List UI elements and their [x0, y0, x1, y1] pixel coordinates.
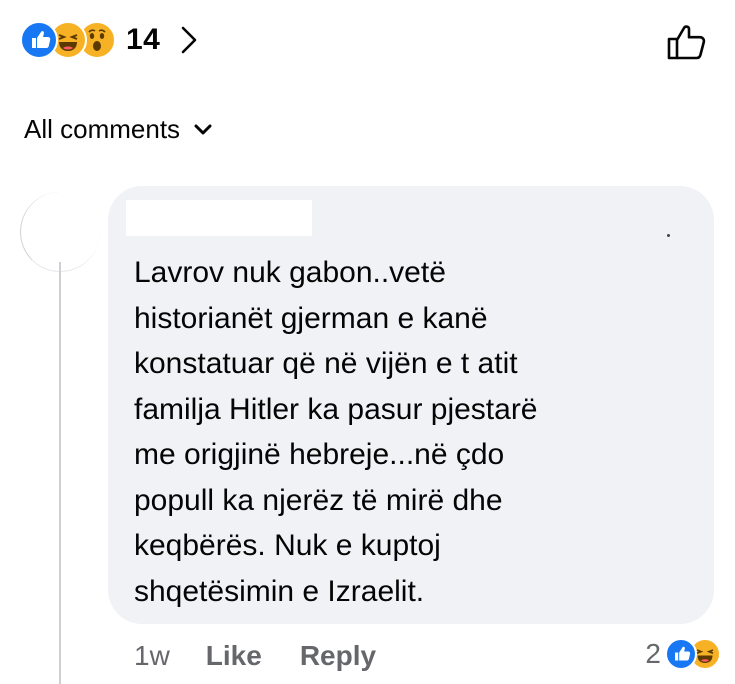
reaction-count: 14	[126, 23, 161, 56]
comment-line: me origjinë hebreje...në çdo	[134, 438, 505, 471]
comment-text: Lavrov nuk gabon..vetë historianët gjerm…	[134, 250, 694, 614]
comment-line: historianët gjerman e kanë	[134, 301, 488, 335]
reaction-icons	[20, 21, 116, 59]
reply-button[interactable]: Reply	[300, 640, 376, 672]
comment-line: Lavrov nuk gabon..vetë	[134, 256, 446, 289]
chevron-right-icon[interactable]	[180, 25, 198, 55]
like-icon	[20, 21, 58, 59]
comment-timestamp[interactable]: 1w	[134, 640, 170, 672]
comment-reactions[interactable]: 2	[645, 638, 721, 670]
sort-label: All comments	[24, 114, 181, 144]
comment-line: popull ka njerëz të mirë dhe	[134, 483, 503, 517]
comment-bubble: Lavrov nuk gabon..vetë historianët gjerm…	[108, 186, 714, 624]
comment-line: keqbërës. Nuk e kuptoj	[134, 529, 441, 562]
reaction-summary[interactable]: 14	[20, 18, 198, 62]
bubble-dot	[667, 234, 670, 237]
author-name[interactable]	[126, 200, 312, 236]
comment-actions: 1w Like Reply	[134, 640, 376, 672]
comment-line: konstatuar që në vijën e t atit	[134, 347, 518, 380]
like-icon	[665, 638, 697, 670]
chevron-down-icon	[194, 124, 212, 134]
comment-sort-dropdown[interactable]: All comments	[24, 114, 212, 145]
thumbs-up-icon[interactable]	[665, 20, 709, 64]
comment-line: shqetësimin e Izraelit.	[134, 574, 425, 608]
thread-line	[59, 262, 61, 684]
comment-line: familja Hitler ka pasur pjestarë	[134, 392, 538, 426]
avatar[interactable]	[20, 192, 100, 272]
like-button[interactable]: Like	[206, 640, 262, 672]
comment-reaction-count: 2	[645, 638, 661, 669]
